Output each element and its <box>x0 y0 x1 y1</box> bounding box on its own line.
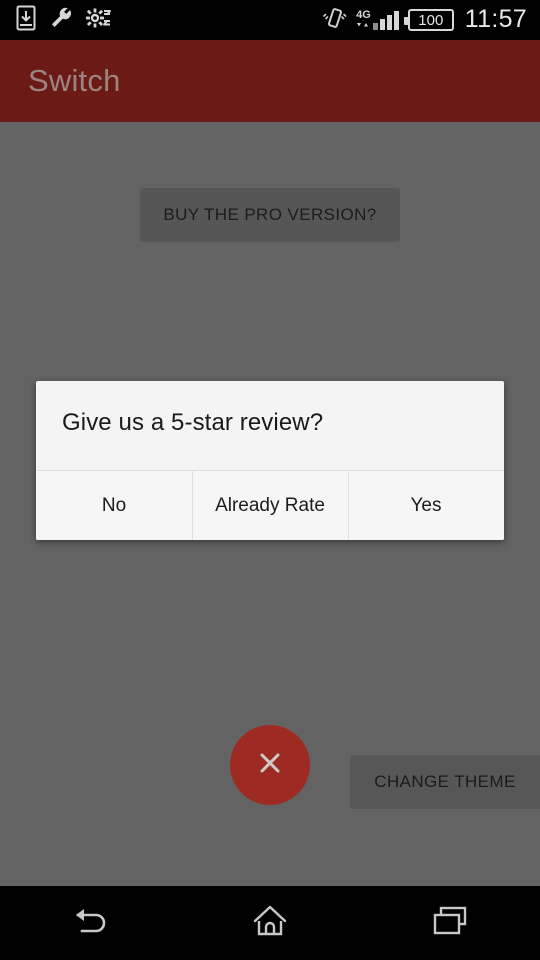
status-bar-clock: 11:57 <box>464 4 527 33</box>
buy-pro-version-button[interactable]: BUY THE PRO VERSION? <box>140 188 400 242</box>
nav-home-button[interactable] <box>180 886 360 960</box>
download-to-device-icon <box>16 5 36 36</box>
review-dialog: Give us a 5-star review? No Already Rate… <box>36 381 504 540</box>
network-type-label: 4G <box>356 9 371 21</box>
dialog-button-yes[interactable]: Yes <box>348 471 504 540</box>
app-title: Switch <box>28 63 121 98</box>
phone-screen: 4G 100 11:57 Switch BUY THE PRO VERSION?… <box>0 0 540 960</box>
signal-bars-icon: 4G <box>356 10 399 30</box>
status-bar: 4G 100 11:57 <box>0 0 540 40</box>
status-bar-right-icons: 4G 100 11:57 <box>323 6 540 35</box>
vibrate-icon <box>323 6 347 35</box>
home-icon <box>250 901 290 946</box>
back-arrow-icon <box>68 901 112 946</box>
gear-sync-icon <box>86 7 112 34</box>
dialog-title: Give us a 5-star review? <box>62 409 324 436</box>
battery-icon: 100 <box>403 9 454 31</box>
close-fab-button[interactable] <box>230 725 310 805</box>
dialog-button-no[interactable]: No <box>36 471 192 540</box>
wrench-icon <box>49 6 73 35</box>
status-bar-left-icons <box>0 5 112 36</box>
change-theme-button[interactable]: CHANGE THEME <box>350 755 540 809</box>
battery-level-label: 100 <box>418 11 444 29</box>
dialog-button-already-rate[interactable]: Already Rate <box>192 471 348 540</box>
nav-back-button[interactable] <box>0 886 180 960</box>
dialog-button-row: No Already Rate Yes <box>36 471 504 540</box>
close-x-icon <box>254 747 286 784</box>
nav-recents-button[interactable] <box>360 886 540 960</box>
action-bar: Switch <box>0 40 540 122</box>
recents-icon <box>430 903 470 944</box>
navigation-bar <box>0 886 540 960</box>
